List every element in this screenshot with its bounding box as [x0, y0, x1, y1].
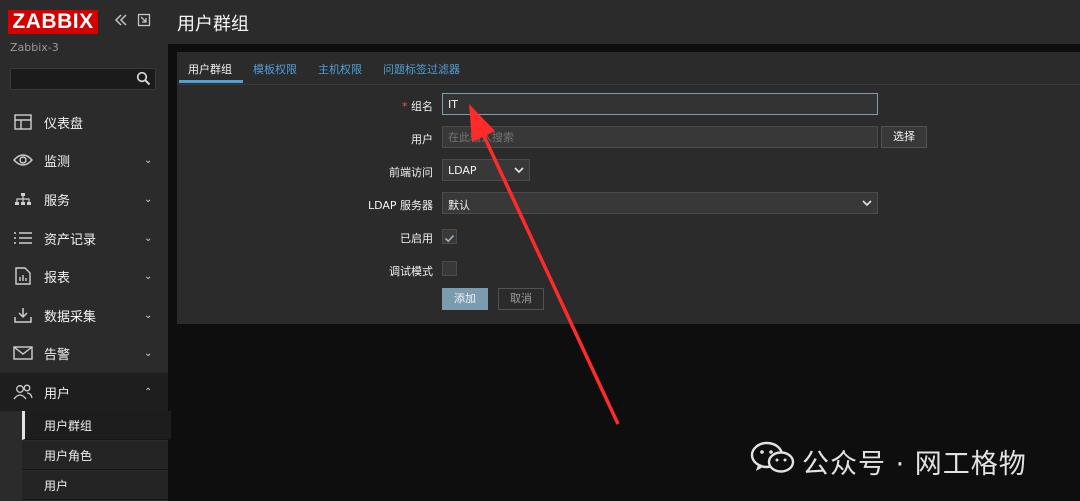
watermark-text: 公众号 · 网工格物 — [802, 449, 1027, 480]
menu-data-collection[interactable]: 数据采集 ⌄ — [0, 296, 168, 334]
submenu-label: 用户群组 — [44, 419, 93, 433]
eye-icon — [12, 149, 34, 171]
menu-label: 数据采集 — [44, 309, 97, 325]
kiosk-mode-icon[interactable] — [137, 12, 151, 31]
tab-bar: 用户群组 模板权限 主机权限 问题标签过滤器 — [177, 52, 1080, 85]
submenu-users[interactable]: 用户 — [22, 471, 168, 500]
add-button[interactable]: 添加 — [442, 288, 488, 310]
tab-problem-tag-filter[interactable]: 问题标签过滤器 — [383, 61, 460, 77]
menu-monitoring[interactable]: 监测 ⌄ — [0, 141, 168, 179]
tab-host-permissions[interactable]: 主机权限 — [318, 61, 362, 77]
services-icon — [12, 188, 34, 210]
cancel-button[interactable]: 取消 — [498, 288, 544, 310]
menu-reports[interactable]: 报表 ⌄ — [0, 257, 168, 295]
page-header: 用户群组 — [168, 0, 1080, 44]
debug-mode-label: 调试模式 — [389, 265, 433, 278]
enabled-label: 已启用 — [400, 232, 433, 245]
menu-label: 告警 — [44, 347, 71, 363]
submenu-label: 用户 — [44, 479, 69, 493]
chevron-down-icon — [862, 196, 872, 213]
chevron-down-icon — [514, 163, 524, 180]
chevron-down-icon: ⌄ — [144, 309, 153, 321]
menu-users[interactable]: 用户 ⌃ — [0, 373, 168, 411]
ldap-server-value: 默认 — [448, 199, 470, 212]
page-title: 用户群组 — [177, 14, 249, 35]
download-icon — [12, 304, 34, 326]
server-name: Zabbix-3 — [10, 41, 59, 54]
sidebar-search — [10, 68, 156, 90]
wechat-icon — [750, 441, 795, 473]
collapse-sidebar-icon[interactable] — [114, 12, 128, 31]
sidebar: ZABBIX Zabbix-3 仪表盘 监测 ⌄ 服务 ⌄ 资产记录 ⌄ 报表 … — [0, 0, 171, 501]
debug-mode-checkbox[interactable] — [442, 261, 457, 276]
submenu-user-groups[interactable]: 用户群组 — [22, 411, 171, 440]
chevron-down-icon: ⌄ — [144, 232, 153, 244]
menu-label: 监测 — [44, 154, 71, 170]
frontend-access-value: LDAP — [448, 164, 477, 177]
group-name-label-text: 组名 — [411, 100, 433, 113]
enabled-checkbox[interactable] — [442, 229, 457, 244]
menu-services[interactable]: 服务 ⌄ — [0, 180, 168, 218]
users-search-input[interactable] — [442, 126, 878, 148]
ldap-server-select[interactable]: 默认 — [442, 192, 878, 214]
group-name-label: * 组名 — [273, 98, 433, 114]
tab-template-permissions[interactable]: 模板权限 — [253, 61, 297, 77]
submenu-label: 用户角色 — [44, 449, 93, 463]
list-icon — [12, 227, 34, 249]
users-icon — [12, 381, 34, 403]
chevron-down-icon: ⌄ — [144, 347, 153, 359]
menu-label: 仪表盘 — [44, 116, 84, 132]
users-select-button[interactable]: 选择 — [881, 126, 927, 148]
frontend-access-select[interactable]: LDAP — [442, 159, 530, 181]
dashboard-icon — [12, 111, 34, 133]
users-label: 用户 — [411, 133, 433, 146]
menu-alerts[interactable]: 告警 ⌄ — [0, 334, 168, 372]
watermark: 公众号 · 网工格物 — [750, 440, 1060, 480]
menu-label: 资产记录 — [44, 232, 97, 248]
chevron-down-icon: ⌄ — [144, 154, 153, 166]
tab-user-group[interactable]: 用户群组 — [188, 61, 232, 77]
frontend-access-label: 前端访问 — [389, 166, 433, 179]
check-icon — [444, 234, 455, 243]
report-icon — [12, 265, 34, 287]
menu-label: 报表 — [44, 270, 71, 286]
sidebar-search-input[interactable] — [15, 71, 135, 89]
submenu-user-roles[interactable]: 用户角色 — [22, 441, 168, 470]
chevron-down-icon: ⌄ — [144, 270, 153, 282]
mail-icon — [12, 342, 34, 364]
zabbix-logo[interactable]: ZABBIX — [8, 10, 98, 34]
chevron-down-icon: ⌄ — [144, 193, 153, 205]
menu-dashboard[interactable]: 仪表盘 — [0, 103, 168, 141]
menu-label: 服务 — [44, 193, 71, 209]
menu-label: 用户 — [44, 386, 71, 402]
required-mark: * — [402, 100, 408, 113]
ldap-server-label: LDAP 服务器 — [367, 199, 433, 212]
active-tab-indicator — [179, 80, 243, 83]
search-icon[interactable] — [136, 71, 151, 90]
user-group-form: 用户群组 模板权限 主机权限 问题标签过滤器 * 组名 用户 选择 前端访问 L… — [177, 52, 1080, 324]
group-name-input[interactable] — [442, 93, 878, 115]
menu-inventory[interactable]: 资产记录 ⌄ — [0, 219, 168, 257]
chevron-up-icon: ⌃ — [144, 386, 153, 398]
